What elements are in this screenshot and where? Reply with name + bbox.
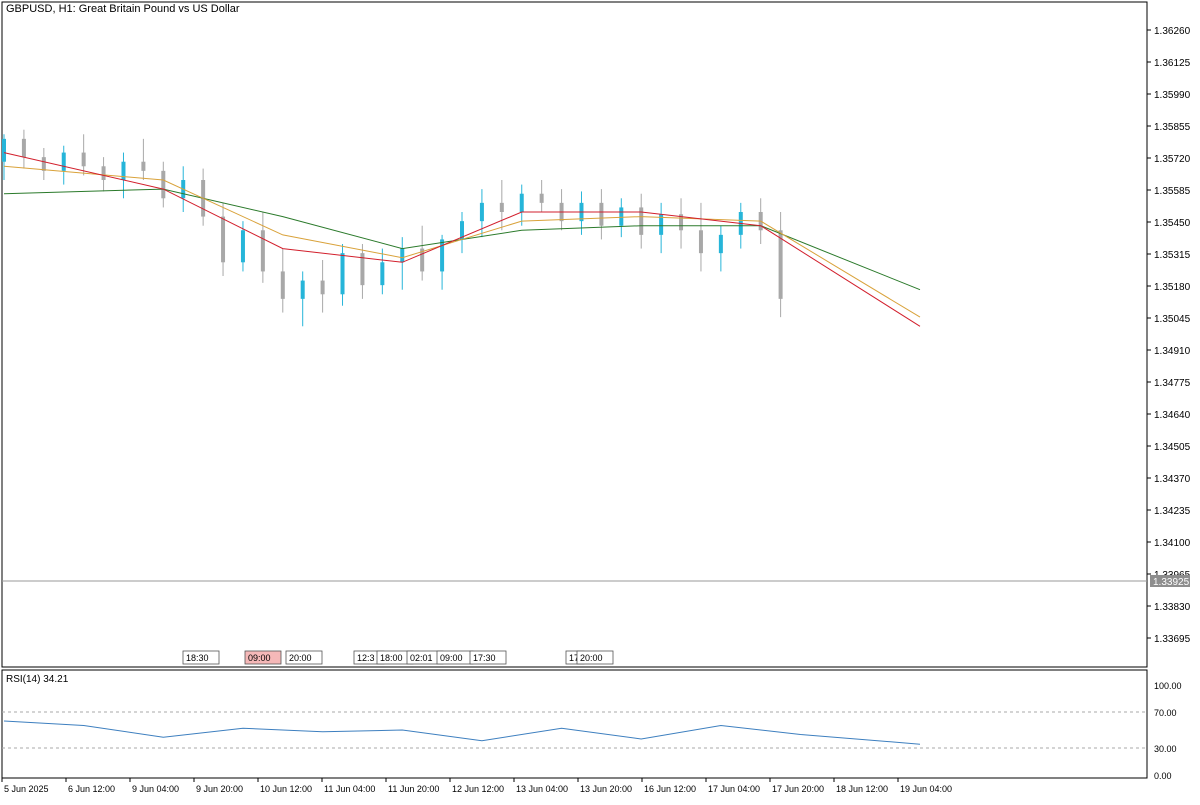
rsi-layer: 100.00 70.00 30.00 0.00 [2, 681, 1182, 781]
candle-body [61, 152, 66, 171]
price-tick-label: 1.35450 [1154, 218, 1191, 229]
price-tick-label: 1.35720 [1154, 154, 1191, 165]
candle-body [698, 230, 703, 254]
candle-body [599, 202, 604, 226]
candle-body [440, 239, 445, 272]
candle-body [141, 161, 146, 171]
candle-body [300, 280, 305, 299]
price-tick-label: 1.35045 [1154, 314, 1191, 325]
candle-body [519, 193, 524, 212]
time-tick-label: 10 Jun 12:00 [260, 784, 312, 794]
time-tick-label: 18 Jun 12:00 [836, 784, 888, 794]
price-tick-label: 1.34910 [1154, 346, 1191, 357]
time-tick-label: 17 Jun 20:00 [772, 784, 824, 794]
current-price-line: 1.33925 [2, 575, 1190, 588]
candle-body [380, 262, 385, 286]
candle-body [539, 193, 544, 203]
event-markers[interactable]: 18:30 09:00 20:00 12:3 18:00 02:01 09:00 17:30 1… [182, 650, 614, 665]
price-tick-label: 1.35315 [1154, 250, 1191, 261]
candle-body [499, 202, 504, 212]
time-axis: 5 Jun 2025 6 Jun 12:00 9 Jun 04:00 9 Jun 20… [1, 778, 952, 794]
candle-body [479, 202, 484, 222]
candle-body [41, 157, 46, 171]
price-tick-label: 1.34775 [1154, 378, 1191, 389]
candles-layer [2, 129, 783, 327]
time-tick-label: 11 Jun 20:00 [388, 784, 439, 794]
chart-title: GBPUSD, H1: Great Britain Pound vs US Do… [6, 3, 240, 15]
price-tick-label: 1.35855 [1154, 122, 1191, 133]
rsi-line [3, 720, 921, 745]
candle-body [718, 234, 723, 254]
candle-body [340, 253, 345, 295]
price-tick-label: 1.34100 [1154, 538, 1191, 549]
current-price-label: 1.33925 [1153, 577, 1190, 588]
price-tick-label: 1.33695 [1154, 634, 1191, 645]
candle-body [21, 138, 26, 158]
price-tick-label: 1.34505 [1154, 442, 1191, 453]
time-tick-label: 5 Jun 2025 [4, 784, 49, 794]
event-marker-label: 09:00 [440, 653, 463, 663]
candle-body [400, 248, 405, 263]
moving-averages [3, 152, 921, 327]
candle-body [161, 170, 166, 199]
rsi-level-label: 100.00 [1154, 681, 1182, 691]
time-tick-label: 12 Jun 12:00 [452, 784, 504, 794]
price-tick-label: 1.34370 [1154, 474, 1191, 485]
candle-body [221, 216, 226, 263]
price-tick-label: 1.33830 [1154, 602, 1191, 613]
candle-body [320, 280, 325, 295]
time-tick-label: 9 Jun 20:00 [196, 784, 243, 794]
candle-body [240, 230, 245, 263]
candle-body [280, 271, 285, 299]
time-tick-label: 13 Jun 20:00 [580, 784, 632, 794]
time-tick-label: 6 Jun 12:00 [68, 784, 115, 794]
event-marker-label: 12:3 [357, 653, 375, 663]
candle-body [81, 152, 86, 167]
rsi-level-label: 0.00 [1154, 771, 1172, 781]
main-chart-frame [1, 1, 1148, 668]
time-tick-label: 9 Jun 04:00 [132, 784, 179, 794]
time-tick-label: 11 Jun 04:00 [324, 784, 375, 794]
event-marker-label: 02:01 [410, 653, 433, 663]
chart-window: GBPUSD, H1: Great Britain Pound vs US Do… [0, 0, 1200, 800]
rsi-level-label: 70.00 [1154, 708, 1177, 718]
event-marker-label: 18:30 [186, 653, 209, 663]
event-marker-label: 18:00 [380, 653, 403, 663]
rsi-level-label: 30.00 [1154, 744, 1177, 754]
price-tick-label: 1.35990 [1154, 90, 1191, 101]
candle-body [2, 138, 6, 162]
price-tick-label: 1.34235 [1154, 506, 1191, 517]
time-tick-label: 19 Jun 04:00 [900, 784, 952, 794]
candle-body [101, 166, 106, 180]
time-tick-label: 13 Jun 04:00 [516, 784, 568, 794]
time-tick-label: 17 Jun 04:00 [708, 784, 760, 794]
event-marker-label: 17:30 [473, 653, 496, 663]
candle-body [260, 230, 265, 272]
candle-body [778, 230, 783, 299]
event-marker-label: 09:00 [248, 653, 271, 663]
event-marker-label: 20:00 [580, 653, 603, 663]
price-tick-label: 1.36260 [1154, 26, 1191, 37]
rsi-label: RSI(14) 34.21 [6, 674, 69, 685]
price-tick-label: 1.35585 [1154, 186, 1191, 197]
price-tick-label: 1.35180 [1154, 282, 1191, 293]
rsi-panel-frame [1, 669, 1148, 779]
time-tick-label: 16 Jun 12:00 [644, 784, 696, 794]
price-axis: 1.36260 1.36125 1.35990 1.35855 1.35720 1.355… [1147, 26, 1191, 645]
candle-body [121, 161, 126, 180]
price-tick-label: 1.36125 [1154, 58, 1191, 69]
candle-body [619, 207, 624, 226]
event-marker-label: 20:00 [289, 653, 312, 663]
chart-canvas[interactable]: GBPUSD, H1: Great Britain Pound vs US Do… [0, 0, 1200, 800]
price-tick-label: 1.34640 [1154, 410, 1191, 421]
